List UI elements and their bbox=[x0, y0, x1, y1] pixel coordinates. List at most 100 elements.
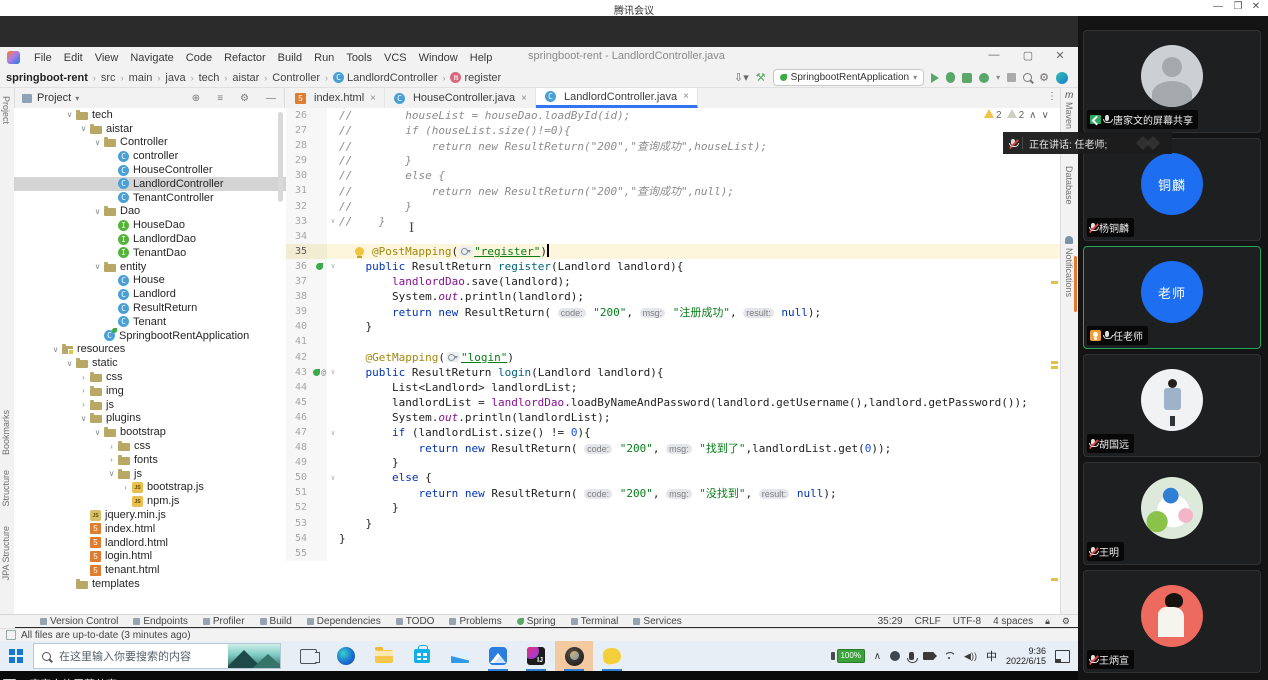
breadcrumb-item[interactable]: register bbox=[464, 72, 501, 84]
close-tab-icon[interactable]: × bbox=[521, 93, 527, 104]
taskbar-app-edge[interactable] bbox=[327, 641, 365, 671]
tree-expand-arrow-icon[interactable]: ∨ bbox=[106, 469, 117, 478]
meeting-minimize-button[interactable]: — bbox=[1210, 1, 1226, 12]
caret-position[interactable]: 35:29 bbox=[878, 616, 903, 627]
tree-row[interactable]: jquery.min.js bbox=[14, 508, 286, 522]
tree-row[interactable]: HouseController bbox=[14, 163, 286, 177]
code-line[interactable]: 38 System.out.println(landlord); bbox=[286, 289, 1060, 304]
taskbar-app-intellij-idea[interactable] bbox=[517, 641, 555, 671]
ide-maximize-button[interactable]: ▢ bbox=[1018, 49, 1038, 62]
ide-minimize-button[interactable]: — bbox=[984, 49, 1004, 61]
tool-button-maven[interactable]: Maven bbox=[1064, 102, 1074, 129]
tray-expand-icon[interactable]: ∧ bbox=[874, 651, 881, 662]
code-line[interactable]: 26// houseList = houseDao.loadById(id); bbox=[286, 108, 1060, 123]
tree-row[interactable]: ∨tech bbox=[14, 108, 286, 122]
intention-bulb-icon[interactable] bbox=[355, 247, 364, 256]
tray-app-icon[interactable] bbox=[890, 651, 900, 661]
ide-update-icon[interactable] bbox=[1056, 72, 1068, 84]
tray-mic-icon[interactable] bbox=[909, 652, 914, 660]
spring-bean-icon[interactable] bbox=[313, 369, 320, 376]
code-line[interactable]: 33∨// } bbox=[286, 214, 1060, 229]
url-inlay-icon[interactable] bbox=[446, 352, 460, 362]
tree-row[interactable]: ResultReturn bbox=[14, 301, 286, 315]
tree-row[interactable]: Landlord bbox=[14, 287, 286, 301]
tree-row[interactable]: login.html bbox=[14, 550, 286, 564]
start-button[interactable] bbox=[9, 649, 23, 663]
tree-row[interactable]: LandlordController bbox=[14, 177, 286, 191]
taskbar-app-task-view[interactable] bbox=[289, 641, 327, 671]
breadcrumb-item[interactable]: Controller bbox=[272, 72, 320, 84]
search-everywhere-icon[interactable] bbox=[1023, 73, 1032, 82]
tree-row[interactable]: House bbox=[14, 274, 286, 288]
menu-help[interactable]: Help bbox=[464, 52, 499, 64]
menu-build[interactable]: Build bbox=[272, 52, 308, 64]
notifications-scrollbar[interactable] bbox=[1074, 256, 1077, 312]
project-panel-header[interactable]: Project ▾ ⊕ ≡ ⚙ — bbox=[14, 88, 285, 108]
participant-tile[interactable]: 王明 bbox=[1083, 462, 1261, 565]
wifi-icon[interactable] bbox=[943, 652, 955, 660]
code-line[interactable]: 40 } bbox=[286, 319, 1060, 334]
breadcrumb-item[interactable]: src bbox=[101, 72, 116, 84]
indent-setting[interactable]: 4 spaces bbox=[993, 616, 1033, 627]
ide-close-button[interactable]: ✕ bbox=[1050, 49, 1070, 62]
fold-marker-icon[interactable]: ∨ bbox=[327, 368, 339, 376]
code-line[interactable]: 53 } bbox=[286, 516, 1060, 531]
menu-navigate[interactable]: Navigate bbox=[124, 52, 179, 64]
tool-button-structure[interactable]: Structure bbox=[1, 470, 11, 507]
tool-button-notifications[interactable]: Notifications bbox=[1064, 248, 1074, 297]
fold-marker-icon[interactable]: ∨ bbox=[327, 474, 339, 482]
file-encoding[interactable]: UTF-8 bbox=[953, 616, 981, 627]
tool-button-profiler[interactable]: Profiler bbox=[203, 616, 245, 627]
tree-row[interactable]: tenant.html bbox=[14, 563, 286, 577]
tree-row[interactable]: Tenant bbox=[14, 315, 286, 329]
tree-row[interactable]: ∨entity bbox=[14, 260, 286, 274]
code-line[interactable]: 34 bbox=[286, 229, 1060, 244]
menu-window[interactable]: Window bbox=[413, 52, 464, 64]
tree-row[interactable]: templates bbox=[14, 577, 286, 591]
build-hammer-icon[interactable]: ⚒ bbox=[756, 71, 766, 84]
code-line[interactable]: 41 bbox=[286, 334, 1060, 349]
breadcrumb-item[interactable]: LandlordController bbox=[347, 72, 438, 84]
code-editor[interactable]: 26// houseList = houseDao.loadById(id);2… bbox=[286, 108, 1060, 614]
prev-inspection-icon[interactable]: ∧ bbox=[1029, 110, 1036, 121]
participant-tile[interactable]: 老师任老师 bbox=[1083, 246, 1261, 349]
code-line[interactable]: 55 bbox=[286, 546, 1060, 561]
hide-panel-icon[interactable]: — bbox=[266, 93, 276, 104]
tool-button-jpa-structure[interactable]: JPA Structure bbox=[1, 526, 11, 580]
tray-camera-icon[interactable] bbox=[923, 652, 934, 660]
tree-collapse-arrow-icon[interactable]: › bbox=[106, 455, 117, 464]
run-configuration-select[interactable]: SpringbootRentApplication ▾ bbox=[773, 69, 924, 86]
tree-row[interactable]: ›css bbox=[14, 370, 286, 384]
tool-button-services[interactable]: Services bbox=[633, 616, 681, 627]
breadcrumb-item[interactable]: tech bbox=[199, 72, 220, 84]
action-center-icon[interactable] bbox=[1055, 650, 1070, 663]
tree-row[interactable]: ∨Controller bbox=[14, 136, 286, 150]
tree-row[interactable]: TenantDao bbox=[14, 246, 286, 260]
locate-file-icon[interactable]: ⊕ bbox=[192, 93, 200, 104]
code-line[interactable]: 49 } bbox=[286, 455, 1060, 470]
line-ending[interactable]: CRLF bbox=[915, 616, 941, 627]
fold-marker-icon[interactable]: ∨ bbox=[327, 262, 339, 270]
menu-code[interactable]: Code bbox=[180, 52, 218, 64]
participant-tile[interactable]: 王炳宣 bbox=[1083, 570, 1261, 673]
code-line[interactable]: 51 return new ResultReturn( code: "200",… bbox=[286, 485, 1060, 500]
tree-expand-arrow-icon[interactable]: ∨ bbox=[64, 110, 75, 119]
menu-vcs[interactable]: VCS bbox=[378, 52, 413, 64]
battery-indicator[interactable]: 100% bbox=[831, 649, 865, 663]
tool-button-problems[interactable]: Problems bbox=[449, 616, 501, 627]
tab-housecontroller-java[interactable]: HouseController.java× bbox=[385, 88, 536, 108]
taskbar-app-mail[interactable] bbox=[441, 641, 479, 671]
menu-tools[interactable]: Tools bbox=[340, 52, 378, 64]
tool-button-spring[interactable]: Spring bbox=[517, 616, 556, 627]
update-project-icon[interactable]: ⇩▾ bbox=[734, 71, 749, 84]
settings-gear-icon[interactable]: ⚙ bbox=[1039, 71, 1049, 84]
code-line[interactable]: 47∨ if (landlordList.size() != 0){ bbox=[286, 425, 1060, 440]
code-line[interactable]: 42 @GetMapping("login") bbox=[286, 350, 1060, 365]
code-line[interactable]: 43@∨ public ResultReturn login(Landlord … bbox=[286, 365, 1060, 380]
tree-row[interactable]: ∨resources bbox=[14, 343, 286, 357]
menu-file[interactable]: File bbox=[28, 52, 58, 64]
meeting-close-button[interactable]: ✕ bbox=[1248, 1, 1264, 12]
tree-collapse-arrow-icon[interactable]: › bbox=[106, 442, 117, 451]
code-line[interactable]: 37 landlordDao.save(landlord); bbox=[286, 274, 1060, 289]
speaker-icon[interactable]: ◀)) bbox=[964, 651, 977, 662]
